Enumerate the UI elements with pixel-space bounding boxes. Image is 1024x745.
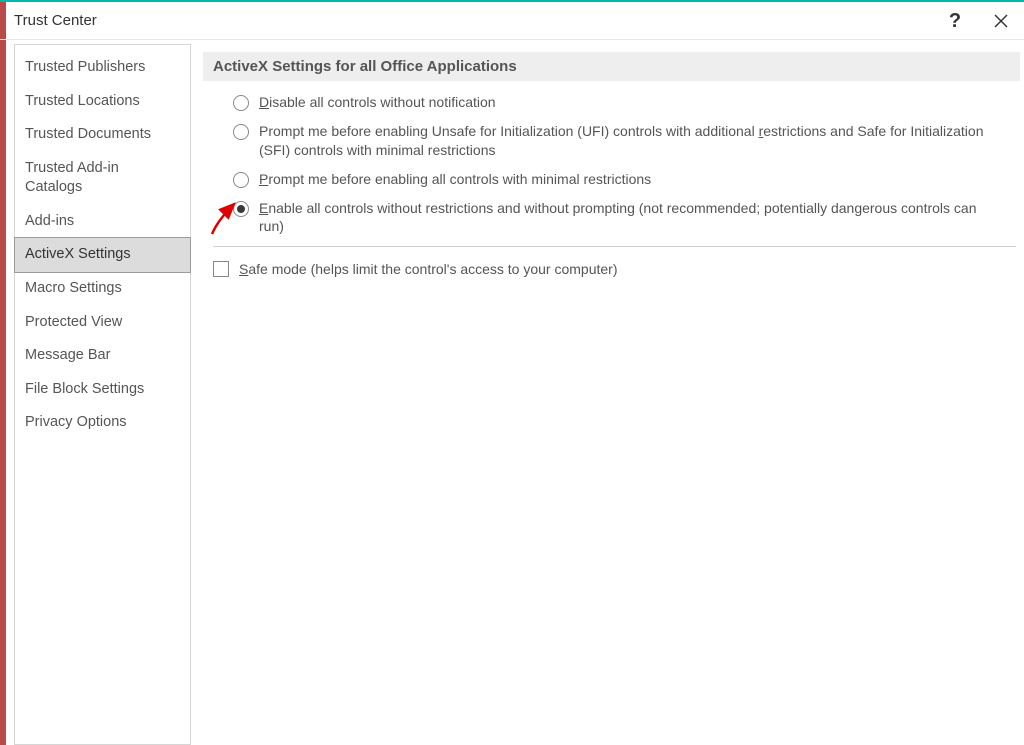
sidebar-item-trusted-documents[interactable]: Trusted Documents <box>15 118 190 152</box>
sidebar: Trusted Publishers Trusted Locations Tru… <box>14 44 191 745</box>
sidebar-item-activex-settings[interactable]: ActiveX Settings <box>14 237 191 273</box>
trust-center-window: Trust Center ? Trusted Publishers Truste… <box>0 0 1024 745</box>
radio-prompt-ufi[interactable]: Prompt me before enabling Unsafe for Ini… <box>233 122 1016 160</box>
help-icon: ? <box>949 10 961 33</box>
activex-radio-group: Disable all controls without notificatio… <box>203 81 1024 236</box>
sidebar-item-label: Trusted Publishers <box>25 59 145 75</box>
radio-icon <box>233 95 249 111</box>
sidebar-item-privacy-options[interactable]: Privacy Options <box>15 406 190 440</box>
sidebar-item-addins[interactable]: Add-ins <box>15 205 190 239</box>
radio-label: Prompt me before enabling Unsafe for Ini… <box>259 122 999 160</box>
help-button[interactable]: ? <box>932 2 978 40</box>
radio-label: Enable all controls without restrictions… <box>259 199 999 237</box>
dialog-body: Trusted Publishers Trusted Locations Tru… <box>14 44 1024 745</box>
sidebar-item-message-bar[interactable]: Message Bar <box>15 339 190 373</box>
main-panel: ActiveX Settings for all Office Applicat… <box>191 44 1024 745</box>
radio-label: Disable all controls without notificatio… <box>259 93 496 112</box>
window-controls: ? <box>932 2 1024 40</box>
checkbox-label: Safe mode (helps limit the control's acc… <box>239 261 618 277</box>
sidebar-item-file-block-settings[interactable]: File Block Settings <box>15 373 190 407</box>
sidebar-item-protected-view[interactable]: Protected View <box>15 306 190 340</box>
sidebar-item-label: Trusted Add-in Catalogs <box>25 160 119 196</box>
sidebar-item-macro-settings[interactable]: Macro Settings <box>15 272 190 306</box>
sidebar-item-label: Privacy Options <box>25 414 127 430</box>
radio-disable-all[interactable]: Disable all controls without notificatio… <box>233 93 1016 112</box>
window-title: Trust Center <box>14 12 97 29</box>
sidebar-item-label: File Block Settings <box>25 381 144 397</box>
radio-label: Prompt me before enabling all controls w… <box>259 170 651 189</box>
radio-icon <box>233 124 249 140</box>
titlebar: Trust Center ? <box>0 2 1024 40</box>
radio-icon <box>233 201 249 217</box>
close-button[interactable] <box>978 2 1024 40</box>
sidebar-item-trusted-addin-catalogs[interactable]: Trusted Add-in Catalogs <box>15 152 190 205</box>
radio-icon <box>233 172 249 188</box>
sidebar-item-label: Macro Settings <box>25 280 122 296</box>
close-icon <box>994 14 1008 28</box>
sidebar-item-label: ActiveX Settings <box>25 246 131 262</box>
sidebar-item-label: Protected View <box>25 314 122 330</box>
divider <box>213 246 1016 247</box>
sidebar-item-label: Trusted Locations <box>25 93 140 109</box>
radio-prompt-all[interactable]: Prompt me before enabling all controls w… <box>233 170 1016 189</box>
safe-mode-checkbox[interactable]: Safe mode (helps limit the control's acc… <box>203 261 1024 277</box>
left-accent-bar <box>0 2 6 745</box>
sidebar-item-label: Add-ins <box>25 213 74 229</box>
checkbox-icon <box>213 261 229 277</box>
sidebar-item-trusted-locations[interactable]: Trusted Locations <box>15 85 190 119</box>
section-header: ActiveX Settings for all Office Applicat… <box>203 52 1020 81</box>
sidebar-item-label: Message Bar <box>25 347 110 363</box>
sidebar-item-label: Trusted Documents <box>25 126 151 142</box>
sidebar-item-trusted-publishers[interactable]: Trusted Publishers <box>15 51 190 85</box>
radio-enable-all[interactable]: Enable all controls without restrictions… <box>233 199 1016 237</box>
